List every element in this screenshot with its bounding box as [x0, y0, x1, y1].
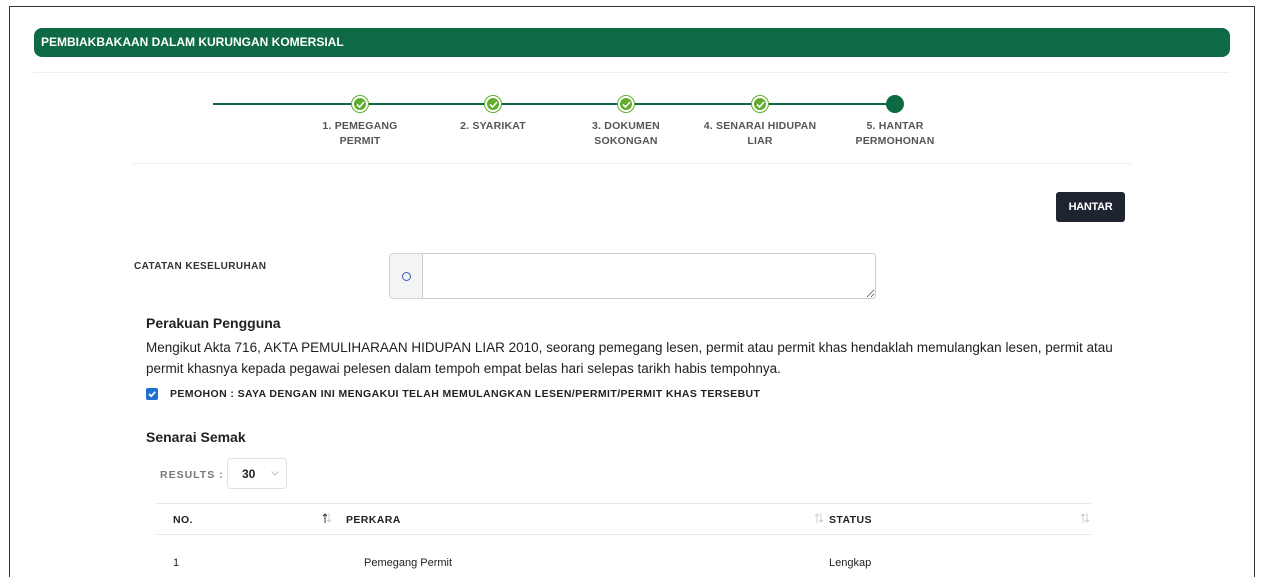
step-3-label[interactable]: 3. DOKUMEN SOKONGAN: [556, 119, 696, 149]
stepper-line: [213, 103, 889, 105]
cell-perkara: Pemegang Permit: [364, 557, 453, 569]
step-5-active-icon[interactable]: [886, 95, 904, 113]
table-row: 1 Pemegang Permit Lengkap: [156, 535, 1091, 577]
table-header-row: NO. PERKARA STATUS: [156, 503, 1091, 535]
perakuan-text: Mengikut Akta 716, AKTA PEMULIHARAAN HID…: [146, 340, 1113, 376]
catatan-label: CATATAN KESELURUHAN: [134, 261, 267, 272]
results-per-page-select[interactable]: 30: [227, 458, 287, 489]
results-label: RESULTS :: [160, 469, 224, 481]
progress-stepper: 1. PEMEGANG PERMIT 2. SYARIKAT 3. DOKUME…: [10, 89, 1256, 159]
page-title-bar: PEMBIAKBAKAAN DALAM KURUNGAN KOMERSIAL: [34, 28, 1230, 57]
cell-no: 1: [173, 557, 180, 569]
step-5-label[interactable]: 5. HANTAR PERMOHONAN: [825, 119, 965, 149]
column-header-status[interactable]: STATUS: [829, 514, 872, 526]
cell-status: Lengkap: [829, 557, 872, 569]
page-frame: PEMBIAKBAKAAN DALAM KURUNGAN KOMERSIAL 1…: [9, 6, 1255, 577]
results-value: 30: [242, 467, 256, 481]
senarai-semak-table: NO. PERKARA STATUS 1 Pemegang Permit Len…: [156, 503, 1091, 577]
divider: [133, 163, 1131, 164]
step-1-label[interactable]: 1. PEMEGANG PERMIT: [290, 119, 430, 149]
pemohon-checkbox[interactable]: [146, 388, 158, 400]
sort-asc-icon[interactable]: [322, 512, 332, 524]
pemohon-checkbox-row[interactable]: PEMOHON : SAYA DENGAN INI MENGAKUI TELAH…: [146, 388, 760, 400]
step-1-complete-icon[interactable]: [352, 96, 368, 112]
pemohon-checkbox-label[interactable]: PEMOHON : SAYA DENGAN INI MENGAKUI TELAH…: [170, 388, 760, 400]
step-4-complete-icon[interactable]: [752, 96, 768, 112]
hantar-button[interactable]: HANTAR: [1056, 192, 1125, 222]
sort-icon[interactable]: [814, 512, 824, 524]
step-4-label[interactable]: 4. SENARAI HIDUPAN LIAR: [690, 119, 830, 149]
sort-icon[interactable]: [1080, 512, 1090, 524]
catatan-field-group: [389, 253, 876, 299]
divider: [33, 72, 1229, 73]
catatan-textarea[interactable]: [422, 253, 876, 299]
step-3-complete-icon[interactable]: [618, 96, 634, 112]
senarai-semak-title: Senarai Semak: [146, 429, 246, 445]
info-icon: [401, 271, 411, 281]
step-2-complete-icon[interactable]: [485, 96, 501, 112]
column-header-no[interactable]: NO.: [173, 514, 193, 526]
chevron-down-icon: [271, 471, 279, 476]
catatan-addon: [389, 253, 422, 299]
step-2-label[interactable]: 2. SYARIKAT: [423, 119, 563, 134]
page-title: PEMBIAKBAKAAN DALAM KURUNGAN KOMERSIAL: [41, 35, 344, 49]
column-header-perkara[interactable]: PERKARA: [346, 514, 401, 526]
perakuan-title: Perakuan Pengguna: [146, 315, 281, 331]
